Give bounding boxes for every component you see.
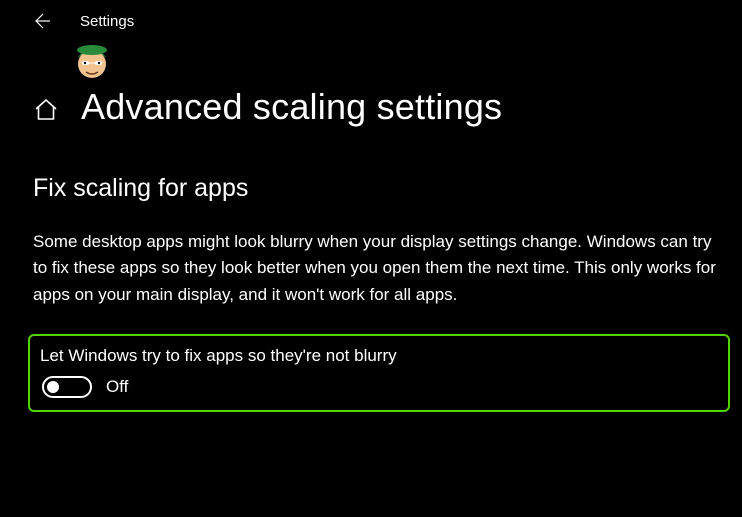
home-icon[interactable] [33,91,59,123]
toggle-knob [47,381,59,393]
titlebar: Settings [0,0,742,40]
back-arrow-icon[interactable] [30,10,52,32]
toggle-row: Off [38,376,714,398]
app-name: Settings [80,13,134,30]
setting-highlight-box: Let Windows try to fix apps so they're n… [28,334,730,412]
section-title: Fix scaling for apps [0,128,742,203]
avatar [72,42,112,82]
page-title: Advanced scaling settings [81,86,502,128]
section-description: Some desktop apps might look blurry when… [0,203,742,308]
fix-blurry-apps-toggle[interactable] [42,376,92,398]
toggle-state-label: Off [106,377,128,397]
toggle-label: Let Windows try to fix apps so they're n… [38,346,714,366]
